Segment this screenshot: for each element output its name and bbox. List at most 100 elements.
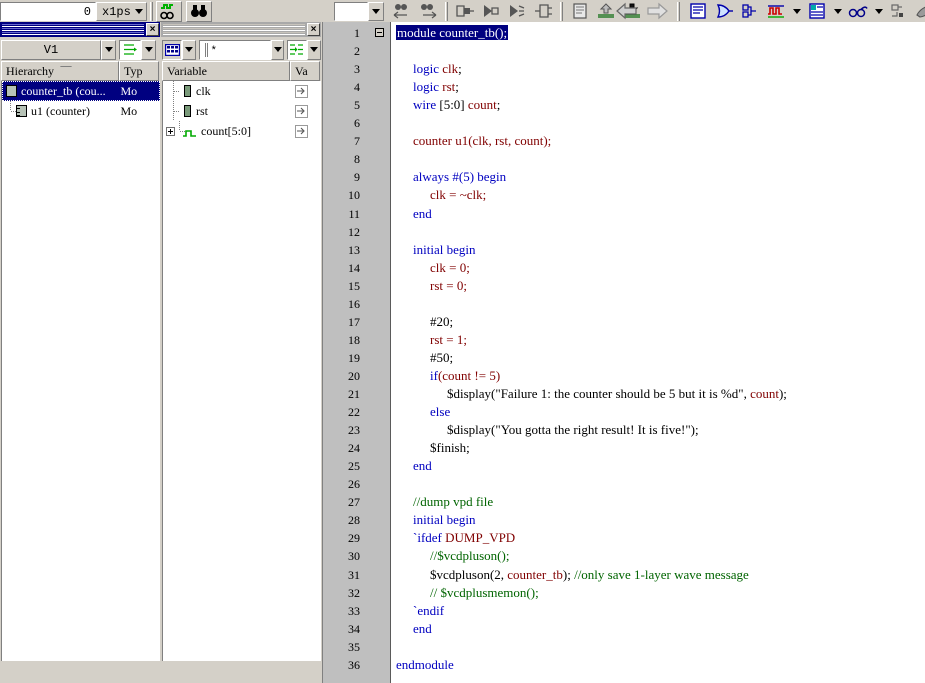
code-line[interactable] (392, 114, 399, 132)
code-line[interactable] (392, 295, 399, 313)
list-item[interactable]: count[5:0] (163, 121, 321, 141)
code-line[interactable]: //$vcdpluson(); (392, 547, 509, 565)
time-value-field[interactable]: 0 (0, 2, 96, 21)
code-line[interactable] (392, 475, 399, 493)
code-line[interactable] (392, 223, 399, 241)
column-header-type[interactable]: Typ (119, 61, 159, 81)
close-icon[interactable]: × (307, 23, 320, 36)
column-header-variable[interactable]: Variable (162, 61, 290, 81)
code-line[interactable]: initial begin (392, 511, 475, 529)
right-arrow-icon[interactable] (642, 1, 672, 22)
code-line[interactable] (392, 150, 399, 168)
scope-selector-dropdown[interactable] (101, 39, 116, 60)
group-signal-icon[interactable] (530, 1, 556, 22)
assertion-dropdown[interactable] (871, 1, 886, 22)
hierarchy-filter-button[interactable] (119, 39, 141, 60)
code-line[interactable]: end (392, 620, 432, 638)
code-line[interactable]: $finish; (392, 439, 470, 457)
binoculars-icon[interactable] (185, 0, 212, 22)
code-line[interactable]: else (392, 403, 450, 421)
search-signal-icon[interactable] (155, 0, 182, 22)
assertion-icon[interactable] (845, 1, 871, 22)
scope-selector[interactable]: V1 (1, 39, 101, 60)
next-history-icon[interactable] (415, 1, 441, 22)
code-line[interactable]: // $vcdplusmemon(); (392, 584, 539, 602)
chevron-down-icon (184, 47, 193, 52)
code-line[interactable]: $display("You gotta the right result! It… (392, 421, 699, 439)
code-line[interactable] (392, 42, 399, 60)
memory-icon[interactable] (886, 1, 912, 22)
hierarchy-panel-titlebar[interactable]: × (0, 22, 160, 37)
source-code-view[interactable]: 1 2 3 4 5 6 7 8 9 10 11 12 13 14 15 16 17 18 19 20 21 22 23 24 2… (322, 22, 925, 683)
variable-view-dropdown[interactable] (182, 39, 196, 60)
code-line[interactable]: logic rst; (392, 78, 459, 96)
path-schematic-icon[interactable] (737, 1, 763, 22)
variable-filter-dropdown[interactable] (270, 39, 285, 60)
toolbar-overflow-dropdown[interactable] (368, 1, 384, 21)
variable-filter-input[interactable]: * (198, 39, 271, 60)
line-number: 10 (348, 188, 360, 203)
code-line[interactable]: $display("Failure 1: the counter should … (392, 385, 787, 403)
time-unit-dropdown[interactable]: x1ps (96, 2, 147, 21)
expand-bus-icon[interactable] (478, 1, 504, 22)
list-item[interactable]: clk (163, 81, 321, 101)
code-line[interactable]: endmodule (392, 656, 454, 674)
line-number: 22 (348, 405, 360, 420)
variable-list[interactable]: clk rst count[5:0] (162, 81, 321, 661)
expand-icon[interactable] (166, 126, 175, 136)
column-header-value[interactable]: Va (290, 61, 320, 81)
code-line[interactable]: clk = 0; (392, 259, 470, 277)
source-view-icon[interactable] (685, 1, 711, 22)
code-line[interactable]: #50; (392, 349, 453, 367)
prev-history-icon[interactable] (389, 1, 415, 22)
left-arrow-icon[interactable] (612, 1, 642, 22)
code-text-area[interactable]: module counter_tb(); logic clk; logic rst… (392, 22, 925, 683)
code-line[interactable]: clk = ~clk; (392, 186, 486, 204)
code-line[interactable]: rst = 0; (392, 277, 467, 295)
coverage-icon[interactable] (912, 1, 925, 22)
fold-collapse-icon[interactable] (375, 28, 384, 37)
code-line[interactable]: wire [5:0] count; (392, 96, 500, 114)
variable-sort-dropdown[interactable] (307, 39, 321, 60)
column-header-hierarchy[interactable]: Hierarchy (1, 61, 119, 81)
goto-signal-icon[interactable] (295, 124, 308, 138)
list-item[interactable]: rst (163, 101, 321, 121)
code-token-kw: end (413, 620, 432, 636)
code-line[interactable]: initial begin (392, 241, 475, 259)
code-line[interactable]: counter u1(clk, rst, count); (392, 132, 551, 150)
code-line[interactable]: always #(5) begin (392, 168, 506, 186)
variable-view-button[interactable] (162, 39, 183, 60)
list-window-icon[interactable] (804, 1, 830, 22)
code-line[interactable]: //dump vpd file (392, 493, 493, 511)
code-token-id: (count != 5) (437, 367, 501, 383)
schematic-icon[interactable] (711, 1, 737, 22)
variable-sort-button[interactable] (287, 39, 308, 60)
code-line[interactable]: `endif (392, 602, 444, 620)
table-row[interactable]: counter_tb (cou... Mo (2, 81, 160, 101)
variable-panel-titlebar[interactable]: × (161, 22, 321, 37)
hierarchy-tree[interactable]: counter_tb (cou... Mo u1 (counter) Mo (1, 81, 160, 661)
goto-signal-icon[interactable] (295, 104, 308, 118)
close-icon[interactable]: × (146, 23, 159, 36)
wave-view-dropdown[interactable] (789, 1, 804, 22)
code-line[interactable]: #20; (392, 313, 453, 331)
compare-icon[interactable] (452, 1, 478, 22)
code-line[interactable] (392, 638, 399, 656)
hierarchy-filter-dropdown[interactable] (141, 39, 156, 60)
code-line[interactable]: module counter_tb(); (392, 24, 509, 42)
code-line[interactable]: end (392, 457, 432, 475)
code-line[interactable]: end (392, 205, 432, 223)
list-window-dropdown[interactable] (830, 1, 845, 22)
code-line[interactable]: `ifdef DUMP_VPD (392, 529, 515, 547)
code-text: $display("Failure 1: the counter should … (447, 386, 787, 401)
code-line[interactable]: $vcdpluson(2, counter_tb); //only save 1… (392, 566, 749, 584)
list-view-icon[interactable] (567, 1, 593, 22)
goto-signal-icon[interactable] (295, 84, 308, 98)
code-token-pl: $vcdpluson(2, (430, 566, 508, 582)
code-line[interactable]: rst = 1; (392, 331, 467, 349)
code-line[interactable]: if(count != 5) (392, 367, 500, 385)
wave-view-icon[interactable] (763, 1, 789, 22)
table-row[interactable]: u1 (counter) Mo (2, 101, 160, 121)
code-line[interactable]: logic clk; (392, 60, 462, 78)
collapse-bus-icon[interactable] (504, 1, 530, 22)
